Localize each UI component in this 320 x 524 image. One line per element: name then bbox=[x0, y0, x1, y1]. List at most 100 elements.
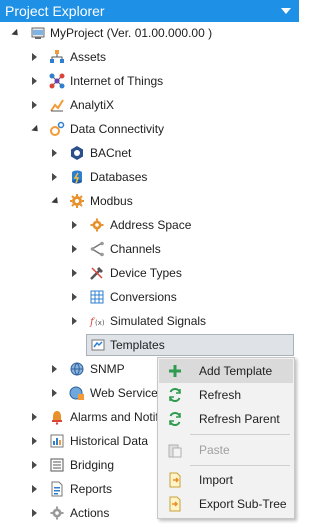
tree-item-label: Bridging bbox=[70, 458, 115, 472]
tree-item-actions[interactable]: Actions bbox=[0, 502, 160, 524]
context-menu: Add Template Refresh Refresh Parent Past… bbox=[157, 357, 295, 519]
menu-item-label: Refresh Parent bbox=[199, 412, 280, 426]
collapse-arrow-icon[interactable] bbox=[51, 196, 61, 207]
web-services-icon bbox=[69, 386, 84, 400]
tree-item-address-space[interactable]: Address Space bbox=[0, 214, 299, 236]
expand-arrow-icon[interactable] bbox=[72, 245, 77, 253]
menu-item-refresh-parent[interactable]: Refresh Parent bbox=[159, 407, 293, 431]
expand-arrow-icon[interactable] bbox=[52, 365, 57, 373]
tree-item-label: Templates bbox=[110, 338, 165, 352]
menu-item-label: Export Sub-Tree bbox=[199, 497, 287, 511]
tree-item-label: Modbus bbox=[90, 194, 133, 208]
tree-item-label: Historical Data bbox=[70, 434, 149, 448]
templates-icon bbox=[91, 339, 105, 351]
export-icon bbox=[169, 496, 181, 512]
conversions-icon bbox=[90, 290, 104, 304]
collapse-arrow-icon[interactable] bbox=[31, 124, 41, 135]
tree-item-label: Actions bbox=[70, 506, 110, 520]
tree-item-device-types[interactable]: Device Types bbox=[0, 262, 299, 284]
tree-item-label: Device Types bbox=[110, 266, 182, 280]
simulated-signals-icon: f (x) bbox=[89, 317, 105, 328]
tree-item-simulated-signals[interactable]: f (x) Simulated Signals bbox=[0, 310, 299, 332]
tree-item-label: Simulated Signals bbox=[110, 314, 207, 328]
expand-arrow-icon[interactable] bbox=[52, 173, 57, 181]
tree-item-data-connectivity[interactable]: Data Connectivity bbox=[0, 118, 299, 140]
device-types-icon bbox=[90, 267, 103, 280]
panel-title: Project Explorer bbox=[5, 3, 105, 19]
paste-icon bbox=[168, 444, 182, 458]
expand-arrow-icon[interactable] bbox=[32, 485, 37, 493]
tree-item-label: BACnet bbox=[90, 146, 132, 160]
menu-item-label: Add Template bbox=[199, 364, 273, 378]
iot-icon bbox=[49, 73, 65, 89]
tree-item-bridging[interactable]: Bridging bbox=[0, 454, 160, 476]
project-explorer-titlebar: Project Explorer bbox=[0, 0, 299, 22]
tree-item-internet-of-things[interactable]: Internet of Things bbox=[0, 70, 299, 92]
tree-item-label: Address Space bbox=[110, 218, 192, 232]
menu-separator bbox=[190, 434, 290, 435]
bacnet-icon bbox=[71, 146, 83, 160]
expand-arrow-icon[interactable] bbox=[32, 509, 37, 517]
menu-item-paste[interactable]: Paste bbox=[159, 438, 293, 462]
snmp-icon bbox=[70, 362, 84, 376]
collapse-arrow-icon[interactable] bbox=[11, 28, 21, 39]
tree-item-label: Internet of Things bbox=[70, 74, 164, 88]
menu-item-refresh[interactable]: Refresh bbox=[159, 383, 293, 407]
expand-arrow-icon[interactable] bbox=[72, 317, 77, 325]
assets-icon bbox=[50, 50, 64, 63]
analytix-icon bbox=[50, 99, 64, 112]
tree-item-analytix[interactable]: AnalytiX bbox=[0, 94, 299, 116]
plus-icon bbox=[169, 365, 181, 377]
tree-item-label: Assets bbox=[70, 50, 107, 64]
address-space-icon bbox=[90, 218, 104, 232]
expand-arrow-icon[interactable] bbox=[72, 269, 77, 277]
tree-item-templates[interactable]: Templates bbox=[86, 334, 294, 356]
menu-item-label: Refresh bbox=[199, 388, 242, 402]
menu-item-label: Import bbox=[199, 473, 234, 487]
tree-item-channels[interactable]: Channels bbox=[0, 238, 299, 260]
expand-arrow-icon[interactable] bbox=[72, 293, 77, 301]
expand-arrow-icon[interactable] bbox=[32, 77, 37, 85]
tree-item-bacnet[interactable]: BACnet bbox=[0, 142, 299, 164]
tree-item-historical-data[interactable]: Historical Data bbox=[0, 430, 160, 452]
expand-arrow-icon[interactable] bbox=[72, 221, 77, 229]
expand-arrow-icon[interactable] bbox=[32, 461, 37, 469]
reports-icon bbox=[51, 481, 63, 497]
tree-item-label: Conversions bbox=[110, 290, 177, 304]
channels-icon bbox=[90, 241, 104, 257]
tree-item-assets[interactable]: Assets bbox=[0, 46, 299, 68]
expand-arrow-icon[interactable] bbox=[32, 437, 37, 445]
refresh-parent-icon bbox=[169, 411, 181, 427]
tree-item-label: Databases bbox=[90, 170, 148, 184]
expand-arrow-icon[interactable] bbox=[52, 149, 57, 157]
menu-item-add-template[interactable]: Add Template bbox=[159, 359, 293, 383]
menu-item-label: Paste bbox=[199, 443, 230, 457]
tree-item-reports[interactable]: Reports bbox=[0, 478, 160, 500]
panel-menu-dropdown-icon[interactable] bbox=[281, 8, 291, 14]
menu-item-export-sub-tree[interactable]: Export Sub-Tree bbox=[159, 492, 293, 516]
tree-item-label: AnalytiX bbox=[70, 98, 115, 112]
tree-item-label: Web Services bbox=[90, 386, 164, 400]
project-icon bbox=[31, 27, 45, 39]
tree-item-databases[interactable]: Databases bbox=[0, 166, 299, 188]
databases-icon bbox=[72, 170, 82, 184]
tree-item-modbus[interactable]: Modbus bbox=[0, 190, 299, 212]
tree-item-conversions[interactable]: Conversions bbox=[0, 286, 299, 308]
tree-item-root[interactable]: MyProject (Ver. 01.00.000.00 ) bbox=[0, 22, 299, 44]
tree-item-alarms[interactable]: Alarms and Notif bbox=[0, 406, 160, 428]
import-icon bbox=[169, 472, 181, 488]
data-connectivity-icon bbox=[50, 121, 65, 136]
svg-text:(x): (x) bbox=[95, 319, 105, 327]
tree-item-label: Data Connectivity bbox=[70, 122, 165, 136]
expand-arrow-icon[interactable] bbox=[32, 101, 37, 109]
tree-item-label: Alarms and Notif bbox=[70, 410, 159, 424]
expand-arrow-icon[interactable] bbox=[32, 413, 37, 421]
refresh-icon bbox=[169, 387, 181, 403]
tree-item-label: SNMP bbox=[90, 362, 125, 376]
tree-item-label: MyProject (Ver. 01.00.000.00 ) bbox=[50, 26, 213, 40]
menu-item-import[interactable]: Import bbox=[159, 468, 293, 492]
tree-item-label: Channels bbox=[110, 242, 161, 256]
menu-separator bbox=[190, 465, 290, 466]
expand-arrow-icon[interactable] bbox=[52, 389, 57, 397]
expand-arrow-icon[interactable] bbox=[32, 53, 37, 61]
